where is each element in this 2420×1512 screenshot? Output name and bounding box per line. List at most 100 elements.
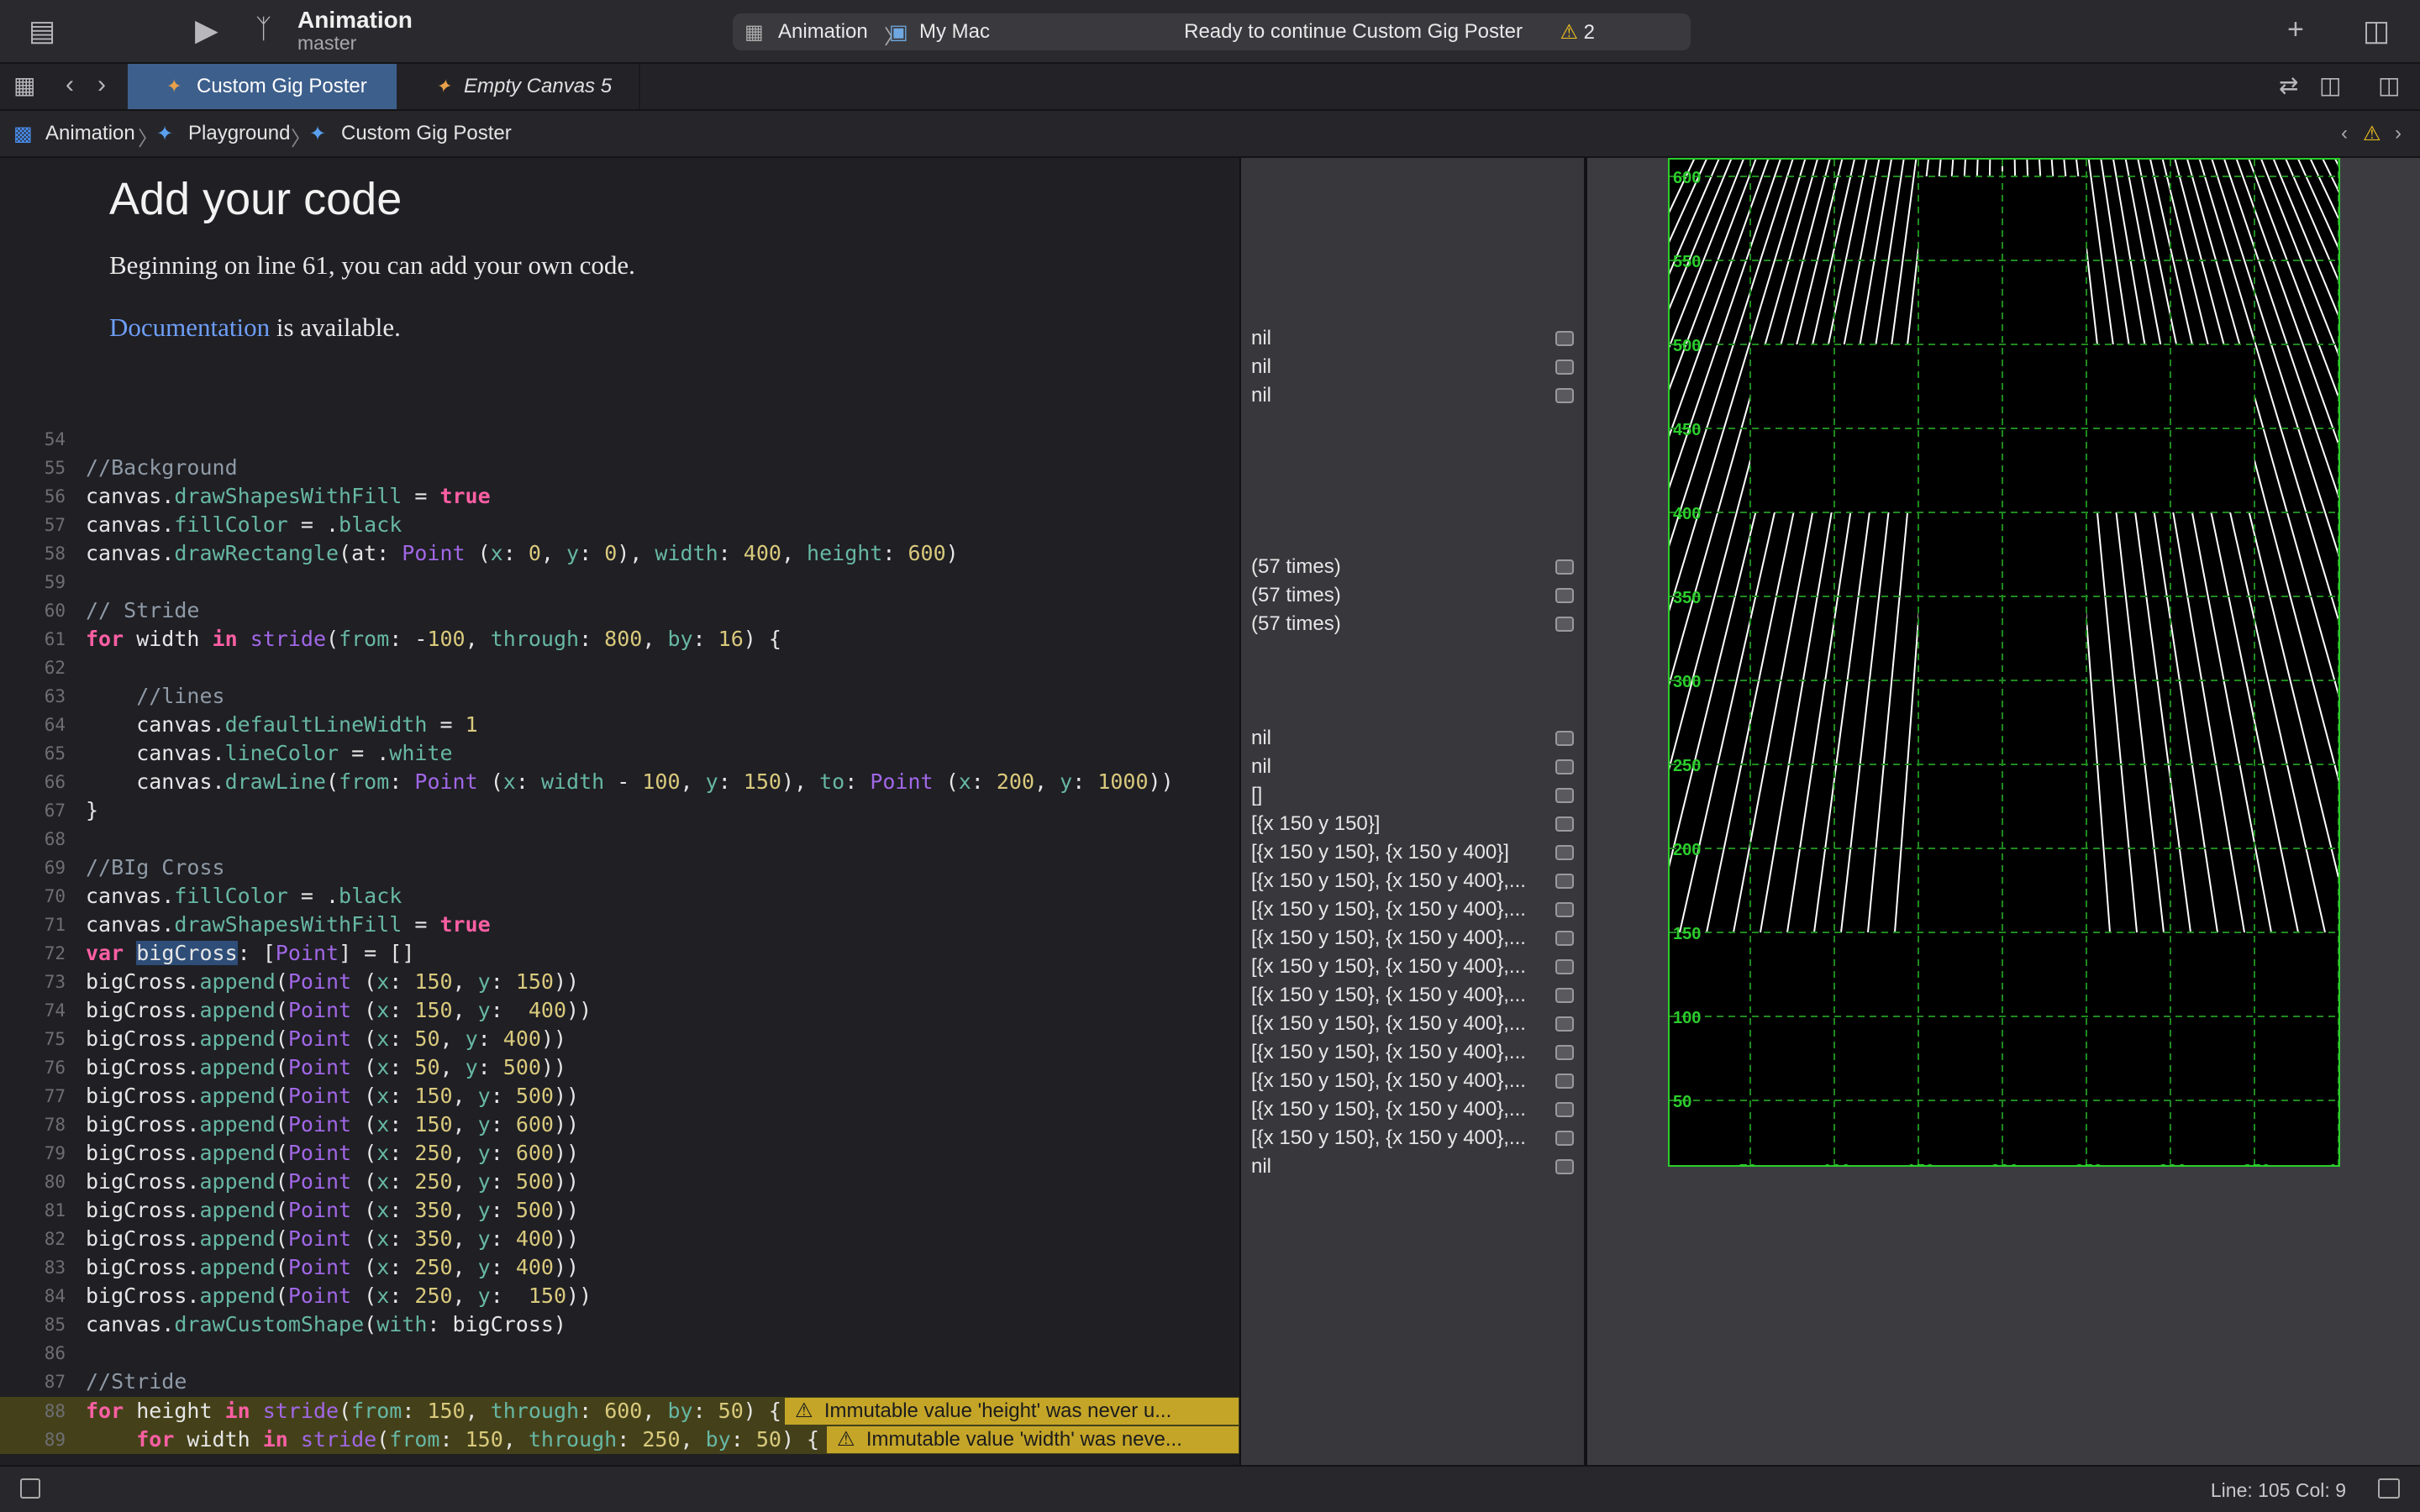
refresh-icon[interactable]: ⇄ (2279, 74, 2298, 97)
result-value: nil (1251, 755, 1272, 778)
quick-look-button[interactable] (1555, 759, 1574, 774)
breadcrumb-item[interactable]: Custom Gig Poster (341, 122, 512, 145)
breadcrumb: ▩ Animation 〉 ✦ Playground 〉 ✦ Custom Gi… (0, 111, 2420, 158)
editor-options-icon[interactable]: ◫ (2319, 74, 2341, 97)
y-tick-label: 100 (1673, 1009, 1701, 1027)
quick-look-button[interactable] (1555, 959, 1574, 974)
quick-look-button[interactable] (1555, 988, 1574, 1003)
swift-icon: ✦ (309, 123, 327, 145)
result-value: nil (1251, 355, 1272, 378)
swift-icon: ✦ (166, 76, 182, 97)
forward-arrow-icon[interactable]: › (97, 72, 106, 97)
quick-look-button[interactable] (1555, 559, 1574, 575)
quick-look-button[interactable] (1555, 1159, 1574, 1174)
warning-icon: ⚠ (795, 1399, 813, 1422)
x-tick-label: 400 (2327, 1162, 2338, 1165)
breadcrumb-item[interactable]: Playground (188, 122, 290, 145)
doc-heading: Add your code (109, 174, 402, 224)
y-tick-label: 450 (1673, 421, 1701, 439)
scheme-icon: ▦ (744, 21, 764, 44)
run-button-icon[interactable]: ▶ (195, 15, 218, 45)
quick-look-button[interactable] (1555, 788, 1574, 803)
debug-area-toggle-icon[interactable] (20, 1478, 40, 1499)
quick-look-button[interactable] (1555, 388, 1574, 403)
result-value: nil (1251, 1155, 1272, 1178)
quick-look-button[interactable] (1555, 1131, 1574, 1146)
quick-look-button[interactable] (1555, 1045, 1574, 1060)
result-value: [{x 150 y 150}, {x 150 y 400},... (1251, 1069, 1526, 1092)
doc-text: is available. (270, 312, 401, 342)
result-value: (57 times) (1251, 555, 1341, 578)
warning-message[interactable]: ⚠ Immutable value 'width' was neve... (827, 1426, 1239, 1453)
warning-text: Immutable value 'height' was never u... (823, 1399, 1172, 1422)
quick-look-button[interactable] (1555, 588, 1574, 603)
canvas-drawing: 5010015020025030035040060055050045040035… (1329, 0, 2420, 1180)
back-arrow-icon[interactable]: ‹ (66, 72, 74, 97)
build-status: Ready to continue Custom Gig Poster (1184, 20, 1523, 43)
tab-bar: ▦ ‹ › ✦ Custom Gig Poster ✦ Empty Canvas… (0, 64, 2420, 111)
warning-text: Immutable value 'width' was neve... (865, 1428, 1182, 1451)
quick-look-button[interactable] (1555, 902, 1574, 917)
swift-icon: ✦ (435, 76, 451, 97)
x-tick-label: 300 (2159, 1162, 2186, 1165)
y-tick-label: 300 (1673, 673, 1701, 691)
quick-look-button[interactable] (1555, 331, 1574, 346)
destination-selector[interactable]: My Mac (919, 20, 990, 44)
warning-icon: ⚠ (1560, 21, 1578, 44)
result-value: [{x 150 y 150}, {x 150 y 400},... (1251, 984, 1526, 1006)
source-control-branch-icon[interactable]: ᛉ (255, 15, 271, 42)
breadcrumb-item[interactable]: Animation (45, 122, 135, 145)
quick-look-button[interactable] (1555, 874, 1574, 889)
quick-look-button[interactable] (1555, 1016, 1574, 1032)
result-value: nil (1251, 727, 1272, 749)
navigator-toggle-icon[interactable]: ▤ (29, 17, 55, 45)
code-editor[interactable]: Add your code Beginning on line 61, you … (0, 158, 1239, 1465)
result-value: [{x 150 y 150}, {x 150 y 400},... (1251, 1012, 1526, 1035)
result-value: nil (1251, 327, 1272, 349)
result-value: [{x 150 y 150}, {x 150 y 400},... (1251, 1098, 1526, 1121)
y-tick-label: 400 (1673, 505, 1701, 523)
quick-look-button[interactable] (1555, 1074, 1574, 1089)
canvas-preview: 5010015020025030035040060055050045040035… (1329, 0, 2420, 1180)
documentation-link[interactable]: Documentation (109, 312, 270, 342)
chevron-left-icon[interactable]: ‹ (2341, 122, 2348, 145)
y-tick-label: 50 (1673, 1093, 1691, 1111)
chevron-right-icon: 〉 (291, 128, 311, 150)
y-tick-label: 550 (1673, 253, 1701, 271)
quick-look-button[interactable] (1555, 845, 1574, 860)
chevron-right-icon[interactable]: › (2395, 122, 2402, 145)
x-tick-label: 50 (1739, 1162, 1757, 1165)
scheme-selector[interactable]: Animation (778, 20, 868, 44)
mac-icon: ▣ (889, 21, 908, 44)
toolbar: ▤ ▶ ᛉ Animation master ▦ Animation 〉 ▣ M… (0, 0, 2420, 64)
quick-look-button[interactable] (1555, 731, 1574, 746)
quick-look-button[interactable] (1555, 816, 1574, 832)
tab-custom-gig-poster[interactable]: ✦ Custom Gig Poster (128, 64, 397, 109)
tab-label: Custom Gig Poster (197, 75, 367, 97)
result-value: [{x 150 y 150}, {x 150 y 400},... (1251, 927, 1526, 949)
add-icon[interactable]: + (2287, 15, 2304, 44)
quick-look-button[interactable] (1555, 617, 1574, 632)
quick-look-button[interactable] (1555, 931, 1574, 946)
project-title: Animation (297, 7, 413, 33)
warning-message[interactable]: ⚠ Immutable value 'height' was never u..… (785, 1398, 1239, 1425)
warning-icon[interactable]: ⚠ (2363, 122, 2381, 146)
activity-view: ▦ Animation 〉 ▣ My Mac Ready to continue… (733, 13, 1691, 50)
warning-count: 2 (1583, 21, 1595, 44)
branch-name[interactable]: master (297, 32, 356, 55)
quick-look-button[interactable] (1555, 360, 1574, 375)
warning-indicator[interactable]: ⚠ 2 (1560, 20, 1595, 45)
tab-empty-canvas-5[interactable]: ✦ Empty Canvas 5 (397, 64, 640, 109)
panel-toggle-icon[interactable] (2378, 1478, 2400, 1499)
result-value: [{x 150 y 150}, {x 150 y 400},... (1251, 898, 1526, 921)
x-tick-label: 100 (1823, 1162, 1850, 1165)
x-tick-label: 150 (1907, 1162, 1934, 1165)
add-editor-icon[interactable]: ◫ (2378, 74, 2400, 97)
status-bar: Line: 105 Col: 9 (0, 1465, 2420, 1512)
grid-icon[interactable]: ▦ (13, 74, 35, 97)
chevron-right-icon: 〉 (138, 128, 158, 150)
quick-look-button[interactable] (1555, 1102, 1574, 1117)
swift-icon: ✦ (156, 123, 174, 145)
y-tick-label: 250 (1673, 757, 1701, 775)
inspector-toggle-icon[interactable]: ◫ (2363, 17, 2390, 45)
